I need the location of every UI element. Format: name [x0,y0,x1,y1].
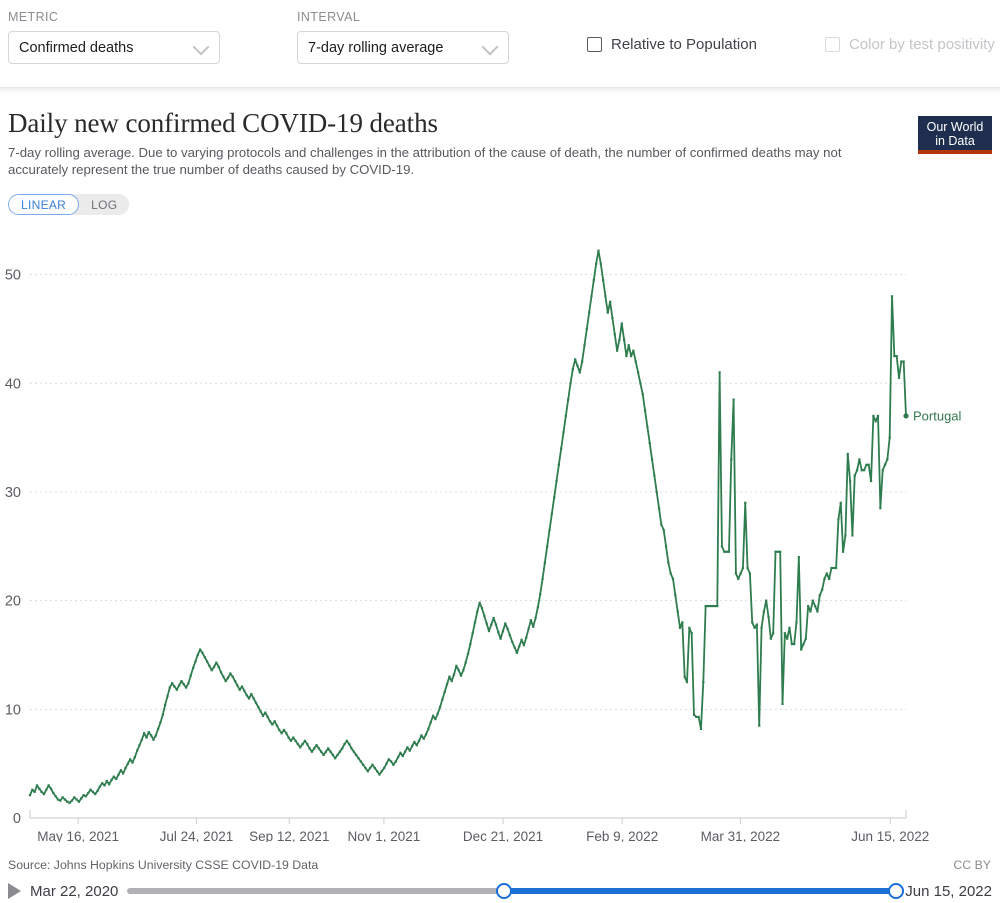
slider-handle-end[interactable] [888,883,904,899]
owid-logo-line2: in Data [918,134,992,148]
metric-select[interactable]: Confirmed deaths [8,31,220,64]
interval-select[interactable]: 7-day rolling average [297,31,509,64]
owid-logo: Our World in Data [918,116,992,154]
x-axis-tick-label: Jun 15, 2022 [851,829,929,842]
color-by-test-positivity-label: Color by test positivity [849,36,995,53]
x-axis-tick-label: Mar 31, 2022 [701,829,781,842]
color-by-test-positivity-checkbox: Color by test positivity [825,36,995,53]
line-chart[interactable]: 0 10 20 30 40 50 May 16, 2021 Jul 24, 2021 Sep 1… [0,222,1000,842]
y-axis-tick-label: 10 [5,702,21,718]
metric-select-value: Confirmed deaths [19,40,133,56]
x-axis-tick-label: Jul 24, 2021 [160,829,234,842]
x-axis-tick-label: May 16, 2021 [37,829,119,842]
timeline-end-date: Jun 15, 2022 [905,883,992,900]
scale-toggle[interactable]: LINEAR LOG [8,194,129,215]
slider-selected-range [504,888,896,894]
checkbox-box [825,37,840,52]
timeline-start-date: Mar 22, 2020 [30,883,118,900]
page-title: Daily new confirmed COVID-19 deaths [8,108,992,139]
metric-label: METRIC [8,10,220,24]
chevron-down-icon [193,38,210,55]
x-axis-tick-label: Sep 12, 2021 [249,829,329,842]
interval-control-group: INTERVAL 7-day rolling average [297,10,509,64]
x-axis-tick-label: Feb 9, 2022 [586,829,658,842]
y-axis-tick-label: 0 [13,811,21,827]
chart-subtitle: 7-day rolling average. Due to varying pr… [8,145,863,178]
play-icon[interactable] [8,883,21,899]
relative-to-population-checkbox[interactable]: Relative to Population [587,36,757,53]
toolbar-separator [0,88,1000,94]
y-axis-tick-label: 20 [5,594,21,610]
x-axis-tick-label: Dec 21, 2021 [463,829,543,842]
x-axis-tick-label: Nov 1, 2021 [347,829,420,842]
metric-control-group: METRIC Confirmed deaths [8,10,220,64]
owid-logo-line1: Our World [918,120,992,134]
series-line-portugal [30,251,906,803]
checkbox-box [587,37,602,52]
y-axis-tick-label: 50 [5,268,21,284]
source-text: Source: Johns Hopkins University CSSE CO… [8,858,318,872]
controls-bar: METRIC Confirmed deaths INTERVAL 7-day r… [0,0,1000,88]
chart-header: Daily new confirmed COVID-19 deaths 7-da… [8,108,992,178]
license-text: CC BY [953,858,991,872]
interval-label: INTERVAL [297,10,509,24]
chart-plot-area: 0 10 20 30 40 50 May 16, 2021 Jul 24, 2021 Sep 1… [0,222,1000,842]
y-axis-tick-label: 30 [5,485,21,501]
timeline-controls: Mar 22, 2020 Jun 15, 2022 [8,880,992,902]
scale-toggle-linear[interactable]: LINEAR [8,194,79,215]
slider-handle-start[interactable] [496,883,512,899]
time-range-slider[interactable] [127,881,896,901]
chevron-down-icon [482,38,499,55]
series-end-label: Portugal [913,408,962,423]
scale-toggle-log[interactable]: LOG [79,194,129,215]
y-axis-tick-label: 40 [5,376,21,392]
interval-select-value: 7-day rolling average [308,40,443,56]
relative-to-population-label: Relative to Population [611,36,757,53]
chart-footer: Source: Johns Hopkins University CSSE CO… [0,850,1000,903]
